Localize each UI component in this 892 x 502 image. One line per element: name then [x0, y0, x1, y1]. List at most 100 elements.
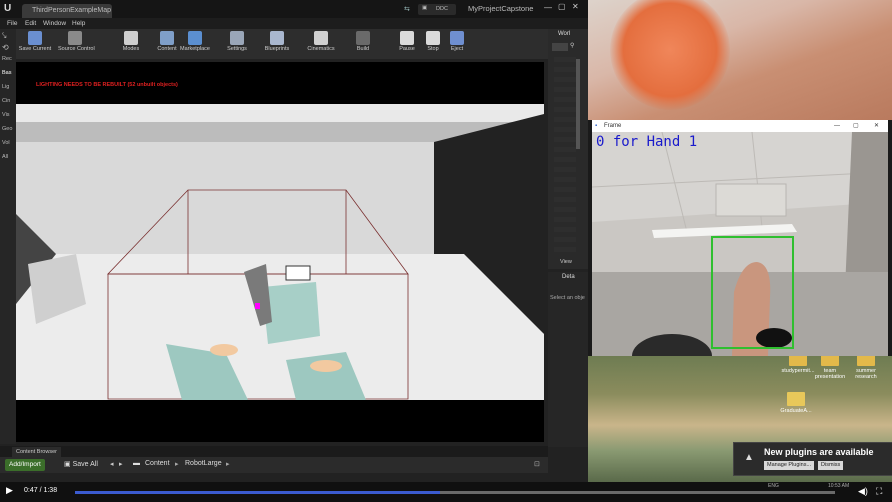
- ddc-indicator: ▣ DDC: [418, 4, 456, 15]
- blueprints-button[interactable]: Blueprints: [260, 30, 294, 58]
- content-icon: [160, 31, 174, 45]
- toolbar-label: Blueprints: [264, 46, 290, 52]
- mode-tab-lights[interactable]: Lig: [2, 84, 9, 90]
- settings-button[interactable]: Settings: [220, 30, 254, 58]
- desktop-icon-team-presentation[interactable]: team presentation: [810, 352, 850, 380]
- source-control-status-icon: ⇆: [404, 6, 410, 13]
- outliner-scrollbar[interactable]: [576, 59, 580, 149]
- add-import-button[interactable]: Add/Import: [5, 459, 45, 471]
- lock-icon[interactable]: ⊡: [534, 460, 540, 468]
- main-toolbar: Save Current Source Control Modes Content Ma…: [16, 29, 548, 59]
- build-button[interactable]: Build: [346, 30, 380, 58]
- mode-tab-basic[interactable]: Bas: [2, 70, 11, 76]
- content-folder-icon: ▬: [133, 460, 140, 467]
- scene-render: [16, 104, 544, 400]
- file-icon: [787, 392, 805, 406]
- video-time: 0:47 / 1:38: [24, 487, 58, 494]
- minimize-button[interactable]: —: [544, 3, 552, 12]
- nav-forward-button[interactable]: ▸: [119, 460, 123, 468]
- menu-help[interactable]: Help: [72, 18, 85, 29]
- toolbar-label: Modes: [122, 46, 140, 52]
- nav-back-button[interactable]: ◂: [110, 460, 114, 468]
- outliner-actor-list[interactable]: [554, 57, 576, 257]
- level-viewport[interactable]: LIGHTING NEEDS TO BE REBUILT (52 unbuilt…: [16, 62, 544, 442]
- cinematics-icon: [314, 31, 328, 45]
- webcam-feed: 0 for Hand 1: [592, 132, 888, 356]
- mode-tab-recent[interactable]: Rec: [2, 56, 12, 62]
- toolbar-label: Cinematics: [307, 46, 335, 52]
- hand-count-overlay: 0 for Hand 1: [596, 134, 698, 150]
- mode-tab-visual[interactable]: Vis: [2, 112, 10, 118]
- unreal-editor-window: U ThirdPersonExampleMap ⇆ ▣ DDC MyProjec…: [0, 0, 588, 482]
- warning-icon: ▲: [744, 452, 754, 463]
- menu-bar: File Edit Window Help: [0, 18, 588, 29]
- ddc-icon: ▣: [422, 5, 428, 11]
- video-progress-fill: [75, 491, 440, 494]
- view-options-button[interactable]: View: [560, 259, 572, 265]
- fullscreen-icon[interactable]: ⛶: [876, 486, 882, 497]
- breadcrumb-chevron-icon[interactable]: ▸: [226, 460, 230, 468]
- place-mode-icon[interactable]: ⤥: [2, 31, 7, 41]
- plugins-notification: ▲ New plugins are available Manage Plugi…: [733, 442, 892, 476]
- settings-icon: [230, 31, 244, 45]
- breadcrumb-content[interactable]: Content: [145, 460, 170, 467]
- save-all-button[interactable]: ▣ Save All: [64, 460, 98, 468]
- mode-tab-all[interactable]: All: [2, 154, 8, 160]
- content-browser-toolbar: Add/Import ▣ Save All ◂ ▸ ▬ Content ▸ Ro…: [0, 457, 548, 473]
- unreal-logo-icon: U: [4, 3, 12, 14]
- desktop-icon-summer-research[interactable]: summer research: [846, 352, 886, 380]
- outliner-filter-icon[interactable]: ⚲: [570, 42, 574, 49]
- close-button[interactable]: ✕: [572, 2, 579, 11]
- details-hint: Select an obje: [550, 295, 585, 301]
- frame-title: Frame: [604, 123, 622, 129]
- source-control-icon: [68, 31, 82, 45]
- menu-window[interactable]: Window: [43, 18, 66, 29]
- volume-icon[interactable]: ◀): [858, 486, 868, 497]
- video-player-bar: ▶ 0:47 / 1:38 ENG 10:53 AM ◀) ⛶: [0, 482, 892, 502]
- hand-detection-box: [711, 236, 794, 349]
- tab-level[interactable]: ThirdPersonExampleMap: [22, 4, 112, 18]
- details-title: Deta: [562, 274, 575, 280]
- world-outliner-panel: Worl ⚲ View: [548, 29, 588, 269]
- desktop-icon-graduatea[interactable]: GraduateA...: [776, 392, 816, 414]
- frame-close-button[interactable]: ✕: [874, 120, 879, 132]
- frame-maximize-button[interactable]: ▢: [853, 120, 859, 132]
- editor-title-bar: U ThirdPersonExampleMap ⇆ ▣ DDC MyProjec…: [0, 0, 588, 18]
- toolbar-label: Eject: [450, 46, 464, 52]
- dismiss-button[interactable]: Dismiss: [818, 461, 844, 470]
- maximize-button[interactable]: ▢: [558, 2, 566, 11]
- mode-tab-geometry[interactable]: Geo: [2, 126, 12, 132]
- content-browser-tabbar: Content Browser: [0, 446, 548, 457]
- eject-button[interactable]: Eject: [440, 30, 474, 58]
- tab-content-browser[interactable]: Content Browser: [12, 447, 61, 457]
- save-current-button[interactable]: Save Current: [18, 30, 52, 58]
- outliner-search-input[interactable]: [552, 43, 568, 51]
- blueprints-icon: [270, 31, 284, 45]
- tray-language: ENG: [768, 483, 779, 489]
- modes-button[interactable]: Modes: [114, 30, 148, 58]
- breadcrumb-robotlarge[interactable]: RobotLarge: [185, 460, 222, 467]
- paint-mode-icon[interactable]: ⟲: [2, 43, 9, 52]
- modes-icon: [124, 31, 138, 45]
- viewport-scene[interactable]: [16, 104, 544, 400]
- menu-file[interactable]: File: [7, 18, 17, 29]
- project-name: MyProjectCapstone: [468, 4, 534, 13]
- toolbar-label: Settings: [227, 46, 247, 52]
- menu-edit[interactable]: Edit: [25, 18, 36, 29]
- mode-tab-volumes[interactable]: Vol: [2, 140, 10, 146]
- manage-plugins-button[interactable]: Manage Plugins...: [764, 461, 815, 470]
- lighting-warning: LIGHTING NEEDS TO BE REBUILT (52 unbuilt…: [36, 82, 178, 88]
- marketplace-button[interactable]: Marketplace: [178, 30, 212, 58]
- play-icon[interactable]: ▶: [6, 485, 13, 496]
- save-all-icon: ▣: [64, 461, 71, 468]
- stop-icon: [426, 31, 440, 45]
- frame-minimize-button[interactable]: —: [834, 120, 840, 132]
- toolbar-label: Save Current: [18, 46, 52, 52]
- source-control-button[interactable]: Source Control: [58, 30, 95, 58]
- marketplace-icon: [188, 31, 202, 45]
- frame-titlebar: ▪ Frame — ▢ ✕: [592, 120, 888, 132]
- cinematics-button[interactable]: Cinematics: [304, 30, 338, 58]
- mode-tab-cinematic[interactable]: Cin: [2, 98, 10, 104]
- toolbar-label: Build: [356, 46, 370, 52]
- eject-icon: [450, 31, 464, 45]
